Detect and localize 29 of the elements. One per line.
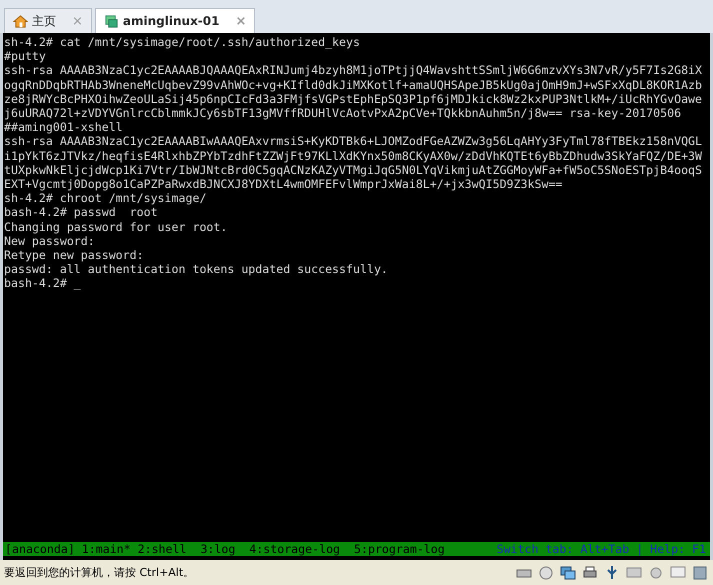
- terminal-line: ze8jRWYcBcPHXOihwZeoULaSij45p6npCIcFd3a3FMjfsVGPstEphEpSQ3P1pf6jMDJkick8Wz2kxPUP3NtlkM+/iUcRhYGvOawe: [3, 92, 704, 106]
- home-icon: [13, 14, 28, 28]
- terminal-line: ##aming001-xshell: [3, 120, 124, 134]
- window-list: [anaconda] 1:main* 2:shell 3:log 4:storage-log 5:program-log: [5, 542, 445, 556]
- terminal-line: j6uURAQ72l+zVDYVGnlrcCblmmkJCy6sbTF13gMVffRDUHlVcAotvPxA2pCVe+TQkkbnAuhm5n/j8w== rsa-key-20170506: [3, 106, 682, 120]
- terminal-line: Retype new password:: [3, 248, 145, 262]
- terminal-line: passwd: all authentication tokens updated successfully.: [3, 262, 389, 276]
- tab-label: 主页: [32, 12, 56, 30]
- terminal-line: #putty: [3, 49, 47, 64]
- vm-icon: [104, 14, 119, 28]
- terminal-line: sh-4.2# chroot /mnt/sysimage/: [3, 191, 208, 206]
- terminal-line: bash-4.2# _: [3, 276, 82, 291]
- terminal-line: ogqRnDDqbRTHAb3WneneMcUqbevZ99vAhWOc+vg+KIfld0dkJiMXKotlf+amaUQHSApeJB5kUg0ajOmH9mJ+wSFxXqDL8KOR1Azb: [3, 78, 704, 92]
- status-message: 要返回到您的计算机，请按 Ctrl+Alt。: [4, 565, 194, 580]
- terminal-line: EXT+Vgcmtj0Dopg8o1CaPZPaRwxdBJNCXJ8YDXtL4wmOMFEFvlWmprJxWai8L+/+jx3wQI5D9Z3kSw==: [3, 177, 564, 192]
- terminal-line: Changing password for user root.: [3, 220, 228, 234]
- terminal-line: New password:: [3, 234, 96, 248]
- tab-label: aminglinux-01: [122, 14, 220, 28]
- cd-icon[interactable]: [537, 564, 555, 582]
- terminal-line: ssh-rsa AAAAB3NzaC1yc2EAAAABIwAAAQEAxvrmsiS+KyKDTBk6+LJOMZodFGeAZWZw3g56LqAHYy3FyTml78fTBEkz158nVQGL: [3, 134, 704, 149]
- tab[interactable]: aminglinux-01 ×: [94, 8, 256, 33]
- help-hint: Switch tab: Alt+Tab | Help: F1: [496, 542, 707, 556]
- terminal-line: tUXpkwNkEljcjdWcp1Ki7Vtr/IbWJNtcBrd0C5gqACNzKAZyVTMgiJqG5N0LYqVikmjuAtZGGMoyWFa+fW5oC5SNoESTpjB4ooqS: [3, 162, 704, 178]
- terminal-line: i1pYkT6zJTVkz/heqfisE4RlxhbZPYbTzdhFtZZWjFt97KLlXdKYnx50m8CKyAX0w/zDdVhKQTEt6yBbZDhudw3SkYaFQZ/DE+3W: [3, 148, 704, 163]
- terminal-line: ssh-rsa AAAAB3NzaC1yc2EAAAABJQAAAQEAxRINJumj4bzyh8M1joTPtjjQ4WavshttSSmljW6G6mzvXYs3N7vR/y5F7Is2G8iX: [3, 63, 704, 78]
- terminal-line: sh-4.2# cat /mnt/sysimage/root/.ssh/authorized_keys: [3, 35, 361, 50]
- network-icon[interactable]: [559, 564, 577, 582]
- terminal-line: bash-4.2# passwd root: [3, 205, 159, 220]
- tab[interactable]: 主页 ×: [4, 8, 92, 33]
